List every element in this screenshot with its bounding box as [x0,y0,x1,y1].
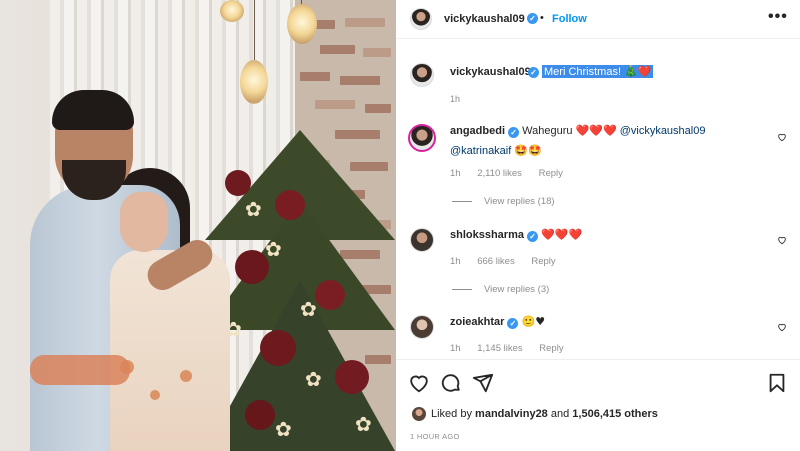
comment-emojis: ❤️❤️❤️ [575,124,617,137]
comment-text: Waheguru [522,125,573,137]
caption-username[interactable]: vickykaushal09 [450,66,531,78]
likes-count[interactable]: 1,506,415 others [572,408,658,420]
comment-likes[interactable]: 2,110 likes [477,168,522,179]
heart-icon[interactable] [408,372,430,394]
post-timestamp[interactable]: 1 HOUR AGO [410,432,460,441]
comment-likes[interactable]: 666 likes [477,256,515,267]
caption-avatar[interactable] [410,63,434,87]
floral-sleeve [30,355,130,385]
comment-avatar[interactable] [410,315,434,339]
like-comment-heart-icon[interactable] [777,132,787,142]
caption-time[interactable]: 1h [450,94,460,104]
likes-and: and [550,408,570,420]
likes-summary: Liked by mandalviny28 and 1,506,415 othe… [431,408,658,420]
verified-icon: ✓ [508,127,520,138]
reply-button[interactable]: Reply [531,256,555,267]
comment-body: shlokssharma ✓ ❤️❤️❤️ [450,225,780,245]
comment-likes[interactable]: 1,145 likes [477,343,522,354]
verified-icon: ✓ [528,67,539,78]
comment-mention[interactable]: @katrinakaif [450,145,511,157]
comment-emojis: 🙂♥ [521,315,546,328]
comment-meta: 1h 2,110 likes Reply [450,168,577,179]
follow-button[interactable]: Follow [552,13,587,25]
post-header: vickykaushal09 ✓ • Follow ••• [396,0,800,39]
comment-emojis: ❤️❤️❤️ [541,228,583,241]
like-comment-heart-icon[interactable] [777,235,787,245]
man-hair [52,90,134,130]
share-icon[interactable] [472,372,494,394]
verified-icon: ✓ [507,318,519,329]
comment-username[interactable]: angadbedi [450,125,505,137]
comment-body: zoieakhtar ✓ 🙂♥ [450,312,780,332]
reply-button[interactable]: Reply [539,343,563,354]
comment-meta: 1h 666 likes Reply [450,256,570,267]
comment-time[interactable]: 1h [450,343,461,354]
comment-time[interactable]: 1h [450,256,461,267]
comment-avatar[interactable] [408,124,436,152]
liker-avatar[interactable] [412,407,426,421]
likes-prefix: Liked by [431,408,472,420]
comment-username[interactable]: zoieakhtar [450,316,504,328]
reply-button[interactable]: Reply [539,168,563,179]
comment-time[interactable]: 1h [450,168,461,179]
view-replies-button[interactable]: View replies (3) [452,284,549,295]
woman-face [120,192,168,252]
author-avatar[interactable] [410,8,432,30]
likes-user[interactable]: mandalviny28 [475,408,548,420]
author-username[interactable]: vickykaushal09 [444,13,525,25]
christmas-tree: ✿ ✿ ✿ ✿ ✿ ✿ ✿ [205,130,395,451]
bookmark-icon[interactable] [766,372,788,394]
like-comment-heart-icon[interactable] [777,322,787,332]
comment-avatar[interactable] [410,228,434,252]
more-icon[interactable]: ••• [768,8,788,26]
comment-icon[interactable] [440,372,462,394]
post-side-panel: vickykaushal09 ✓ • Follow ••• vickykaush… [396,0,800,451]
view-replies-button[interactable]: View replies (18) [452,196,555,207]
comment-meta: 1h 1,145 likes Reply [450,343,578,354]
comment-emojis: 🤩🤩 [514,144,542,157]
comment-mention[interactable]: @vickykaushal09 [620,125,706,137]
caption-message: Meri Christmas! [544,66,622,78]
verified-icon: ✓ [527,13,538,24]
verified-icon: ✓ [527,231,539,242]
comment-body: angadbedi ✓ Waheguru ❤️❤️❤️ @vickykausha… [450,121,780,161]
post-photo[interactable]: ✿ ✿ ✿ ✿ ✿ ✿ ✿ [0,0,396,451]
header-separator: • [540,12,544,24]
comment-username[interactable]: shlokssharma [450,229,524,241]
caption-emojis: 🎄❤️ [624,65,652,78]
caption-text: Meri Christmas! 🎄❤️ [542,65,654,78]
